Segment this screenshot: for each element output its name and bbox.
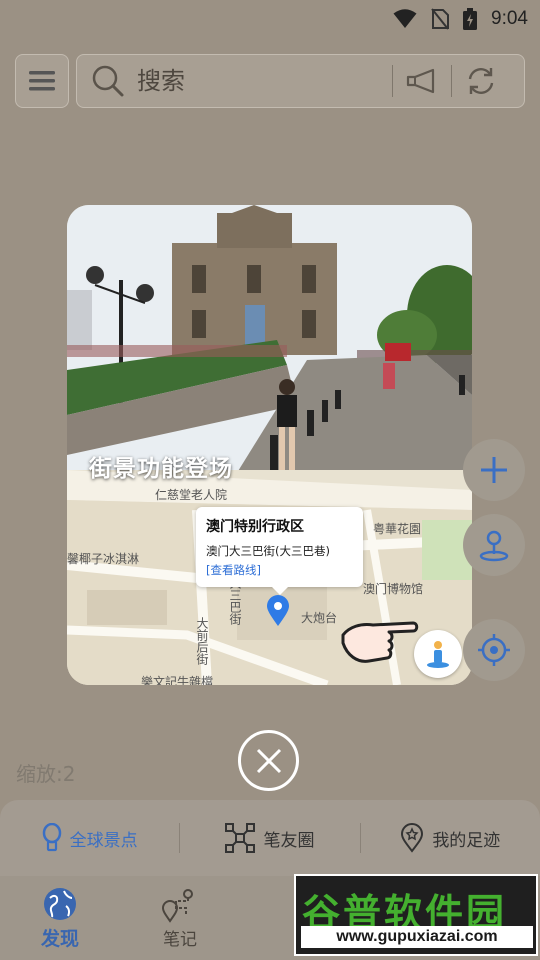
wifi-icon xyxy=(393,9,417,29)
location-title: 澳门特别行政区 xyxy=(206,519,304,535)
location-address: 澳门大三巴街(大三巴巷) xyxy=(206,544,330,558)
no-sim-icon xyxy=(431,8,450,30)
battery-charging-icon xyxy=(463,8,478,30)
zoom-in-button[interactable] xyxy=(463,439,525,501)
map-label-poi: 澳门博物馆 xyxy=(363,582,424,596)
map-pin-icon xyxy=(267,595,289,626)
category-pen-pals[interactable]: 笔友圈 xyxy=(180,823,359,853)
map-label-street: 大前后街 xyxy=(195,617,209,665)
hamburger-icon xyxy=(29,71,55,91)
route-icon xyxy=(162,888,193,923)
map-label-poi: 粤華花園 xyxy=(373,522,422,536)
broadcast-button[interactable] xyxy=(393,68,451,94)
category-label: 全球景点 xyxy=(69,830,138,851)
crosshair-icon xyxy=(478,634,510,666)
close-icon xyxy=(256,748,281,773)
tab-notes[interactable]: 笔记 xyxy=(120,876,240,960)
refresh-icon xyxy=(468,68,494,94)
globe-icon xyxy=(44,887,76,920)
watermark-url: www.gupuxiazai.com xyxy=(301,926,533,948)
close-popup-button[interactable] xyxy=(238,730,299,791)
streetview-promo-card[interactable]: 街景功能登场 仁慈堂老人院 馨椰子冰淇淋 粤華花園 澳门博物馆 大炮台 大三巴街… xyxy=(67,205,472,685)
locate-me-button[interactable] xyxy=(463,619,525,681)
search-input[interactable] xyxy=(137,67,392,95)
status-time: 9:04 xyxy=(491,8,528,29)
megaphone-icon xyxy=(406,68,435,94)
status-bar: 9:04 xyxy=(0,0,540,38)
refresh-button[interactable] xyxy=(452,65,510,97)
tab-discover[interactable]: 发现 xyxy=(0,876,120,960)
tab-label: 笔记 xyxy=(163,929,197,950)
pegman-icon xyxy=(427,641,449,668)
location-info-card: 澳门特别行政区 澳门大三巴街(大三巴巷) [查看路线] xyxy=(196,507,363,595)
promo-title: 街景功能登场 xyxy=(89,456,233,482)
map-label-poi: 仁慈堂老人院 xyxy=(155,488,228,502)
category-label: 笔友圈 xyxy=(263,830,315,851)
map-label-poi: 馨椰子冰淇淋 xyxy=(67,552,140,566)
search-icon[interactable] xyxy=(91,64,125,98)
location-pin-icon xyxy=(479,530,509,562)
plus-icon xyxy=(481,457,507,483)
tab-label: 发现 xyxy=(40,927,79,950)
view-route-link[interactable]: [查看路线] xyxy=(206,562,353,578)
category-global-sights[interactable]: 全球景点 xyxy=(0,823,179,853)
search-bar xyxy=(76,54,525,108)
bulb-icon xyxy=(42,823,61,852)
category-bar: 全球景点 笔友圈 我的足迹 xyxy=(0,800,540,876)
map-label-poi: 樂文記牛雜檔 xyxy=(141,675,214,685)
category-label: 我的足迹 xyxy=(432,830,501,851)
pointing-hand-icon xyxy=(341,621,419,663)
streetview-button[interactable] xyxy=(414,630,462,678)
watermark-logo: 谷普软件园 www.gupuxiazai.com xyxy=(294,874,538,956)
zoom-level-label: 缩放:2 xyxy=(16,762,76,786)
map-label-poi: 大炮台 xyxy=(301,611,338,625)
category-my-footprints[interactable]: 我的足迹 xyxy=(361,823,540,853)
menu-button[interactable] xyxy=(15,54,69,108)
location-marker-button[interactable] xyxy=(463,514,525,576)
footprint-icon xyxy=(401,823,424,853)
network-icon xyxy=(225,823,256,853)
